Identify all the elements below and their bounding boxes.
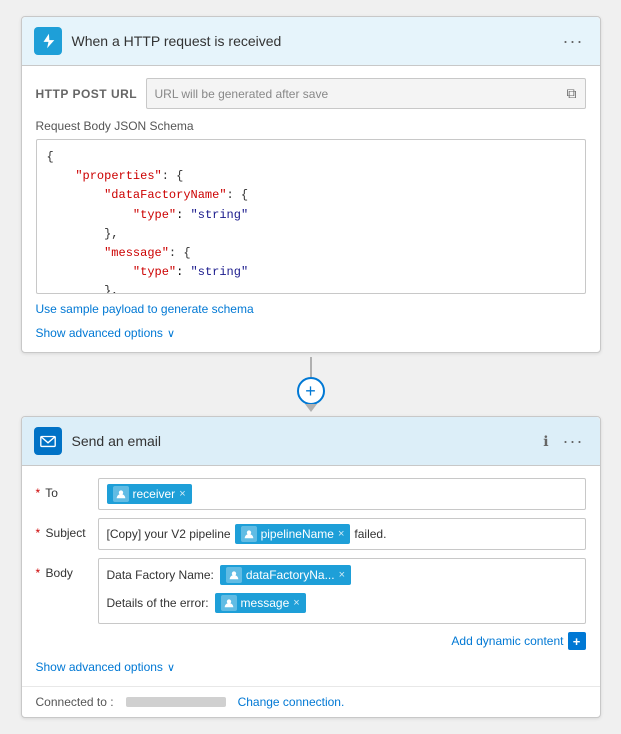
envelope-icon xyxy=(39,432,57,450)
body-tag2-close[interactable]: × xyxy=(293,597,299,609)
body-tag1-close[interactable]: × xyxy=(339,569,345,581)
body-field-row: * Body Data Factory Name: dataFactoryNa.… xyxy=(36,558,586,624)
http-more-button[interactable]: ··· xyxy=(559,29,588,54)
subject-field-row: * Subject [Copy] your V2 pipeline pipeli… xyxy=(36,518,586,550)
subject-tag-close[interactable]: × xyxy=(338,528,344,540)
body-input-box[interactable]: Data Factory Name: dataFactoryNa... × De… xyxy=(98,558,586,624)
body-tag1-label: dataFactoryNa... xyxy=(246,568,335,582)
http-post-url-row: HTTP POST URL URL will be generated afte… xyxy=(36,78,586,109)
add-dynamic-plus-icon: + xyxy=(568,632,586,650)
http-card-header: When a HTTP request is received ··· xyxy=(22,17,600,66)
http-post-url-input: URL will be generated after save ⧉ xyxy=(146,78,586,109)
http-card-more: ··· xyxy=(559,29,588,54)
json-editor[interactable]: { "properties": { "dataFactoryName": { "… xyxy=(36,139,586,294)
workflow-container: When a HTTP request is received ··· HTTP… xyxy=(21,16,601,718)
http-post-url-label: HTTP POST URL xyxy=(36,87,146,101)
subject-required-star: * xyxy=(36,526,41,540)
http-advanced-options-toggle[interactable]: Show advanced options ∨ xyxy=(36,326,176,340)
body-label: * Body xyxy=(36,558,98,580)
to-field-row: * To receiver × xyxy=(36,478,586,510)
http-card-body: HTTP POST URL URL will be generated afte… xyxy=(22,66,600,352)
email-advanced-options-label: Show advanced options xyxy=(36,660,163,674)
subject-prefix-text: [Copy] your V2 pipeline xyxy=(107,525,231,543)
subject-tag-icon xyxy=(241,526,257,542)
email-chevron-icon: ∨ xyxy=(167,661,175,674)
lightning-icon xyxy=(39,32,57,50)
connector-arrow xyxy=(305,404,317,412)
email-info-button[interactable]: ℹ xyxy=(541,431,550,452)
schema-section-label: Request Body JSON Schema xyxy=(36,119,586,133)
to-label: * To xyxy=(36,478,98,500)
add-step-button[interactable]: + xyxy=(297,377,325,405)
subject-input-box[interactable]: [Copy] your V2 pipeline pipelineName × f… xyxy=(98,518,586,550)
add-dynamic-label: Add dynamic content xyxy=(451,634,563,648)
copy-icon[interactable]: ⧉ xyxy=(567,85,577,102)
body-required-star: * xyxy=(36,566,41,580)
email-card-title: Send an email xyxy=(72,433,542,449)
connected-to-label: Connected to : xyxy=(36,695,114,709)
http-chevron-icon: ∨ xyxy=(167,327,175,340)
body-line1-text: Data Factory Name: xyxy=(107,568,214,582)
connector-line-top xyxy=(310,357,312,377)
email-card: Send an email ℹ ··· * To receiver xyxy=(21,416,601,718)
email-card-more: ℹ ··· xyxy=(541,429,587,454)
change-connection-link[interactable]: Change connection. xyxy=(238,695,345,709)
subject-tag: pipelineName × xyxy=(235,524,351,544)
subject-suffix-text: failed. xyxy=(354,525,386,543)
subject-tag-label: pipelineName xyxy=(261,527,334,541)
body-tag-2: message × xyxy=(215,593,306,613)
add-dynamic-content-button[interactable]: Add dynamic content + xyxy=(451,632,585,650)
to-tag-close[interactable]: × xyxy=(179,488,185,500)
body-tag2-label: message xyxy=(241,596,290,610)
email-more-button[interactable]: ··· xyxy=(559,429,588,454)
email-card-footer: Connected to : Change connection. xyxy=(22,686,600,717)
email-card-icon xyxy=(34,427,62,455)
body-line2-text: Details of the error: xyxy=(107,596,209,610)
http-card-title: When a HTTP request is received xyxy=(72,33,559,49)
email-advanced-options-toggle[interactable]: Show advanced options ∨ xyxy=(36,660,176,674)
email-card-header: Send an email ℹ ··· xyxy=(22,417,600,466)
body-line-2: Details of the error: message × xyxy=(107,593,306,613)
to-tag: receiver × xyxy=(107,484,192,504)
http-advanced-options-label: Show advanced options xyxy=(36,326,163,340)
connector: + xyxy=(297,357,325,412)
to-tag-icon xyxy=(113,486,129,502)
http-post-url-value: URL will be generated after save xyxy=(155,87,329,101)
body-line-1: Data Factory Name: dataFactoryNa... × xyxy=(107,565,352,585)
add-dynamic-row: Add dynamic content + xyxy=(36,632,586,650)
to-tag-label: receiver xyxy=(133,487,176,501)
body-tag2-icon xyxy=(221,595,237,611)
http-request-card: When a HTTP request is received ··· HTTP… xyxy=(21,16,601,353)
http-card-icon xyxy=(34,27,62,55)
to-required-star: * xyxy=(36,486,41,500)
schema-link[interactable]: Use sample payload to generate schema xyxy=(36,302,254,316)
to-input-box[interactable]: receiver × xyxy=(98,478,586,510)
connected-placeholder xyxy=(126,697,226,707)
subject-label: * Subject xyxy=(36,518,98,540)
body-tag-1: dataFactoryNa... × xyxy=(220,565,351,585)
body-tag1-icon xyxy=(226,567,242,583)
email-card-body: * To receiver × * Subject xyxy=(22,466,600,686)
